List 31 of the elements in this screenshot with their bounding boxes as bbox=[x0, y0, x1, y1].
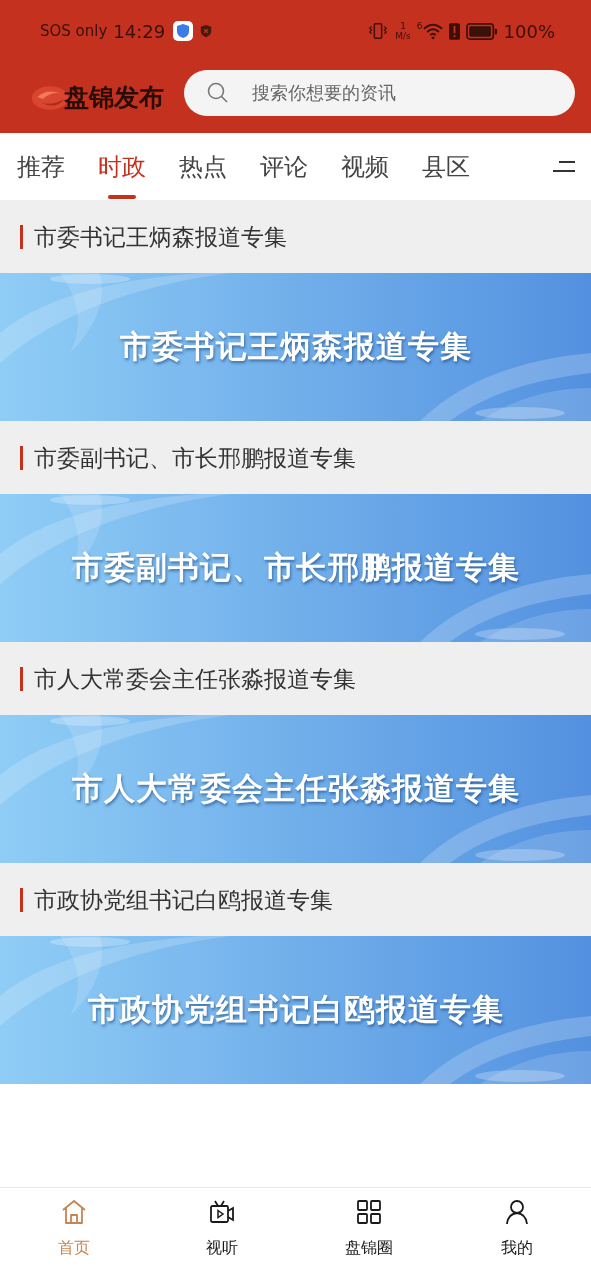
battery-icon bbox=[465, 22, 498, 40]
speed-unit: M/s bbox=[395, 31, 411, 41]
shield-icon bbox=[199, 24, 214, 38]
section-title: 市政协党组书记白鸥报道专集 bbox=[20, 887, 333, 912]
wifi-icon bbox=[422, 22, 443, 40]
category-tab[interactable]: 视频 bbox=[341, 136, 389, 197]
alert-icon bbox=[448, 22, 460, 40]
search-field[interactable]: 搜索你想要的资讯 bbox=[184, 69, 575, 116]
shield-icon bbox=[173, 21, 194, 41]
nav-tab[interactable]: 视听 bbox=[205, 1238, 238, 1259]
category-tab[interactable]: 县区 bbox=[422, 136, 470, 197]
section-title: 市委副书记、市长邢鹏报道专集 bbox=[20, 445, 356, 470]
section-title: 市委书记王炳森报道专集 bbox=[20, 224, 287, 249]
wifi-label: 6 bbox=[416, 20, 423, 31]
logo-text: 盘锦发布 bbox=[64, 82, 164, 114]
tv-icon bbox=[207, 1198, 236, 1226]
category-tab[interactable]: 推荐 bbox=[17, 136, 65, 197]
clock-time: 14:29 bbox=[113, 20, 166, 42]
grid-icon bbox=[355, 1198, 384, 1226]
speed-value: 1 bbox=[400, 21, 406, 31]
battery-level: 100% bbox=[503, 20, 555, 42]
menu-icon bbox=[553, 159, 575, 174]
section-title: 市人大常委会主任张淼报道专集 bbox=[20, 666, 356, 691]
carrier-text: SOS only bbox=[40, 22, 108, 40]
nav-tab[interactable]: 我的 bbox=[501, 1238, 534, 1259]
category-tab[interactable]: 评论 bbox=[260, 136, 308, 197]
nav-tab[interactable]: 盘锦圈 bbox=[345, 1238, 394, 1259]
category-tab[interactable]: 时政 bbox=[98, 136, 146, 197]
category-tab[interactable]: 热点 bbox=[179, 136, 227, 197]
vibrate-icon bbox=[367, 21, 390, 41]
search-icon bbox=[206, 80, 230, 105]
